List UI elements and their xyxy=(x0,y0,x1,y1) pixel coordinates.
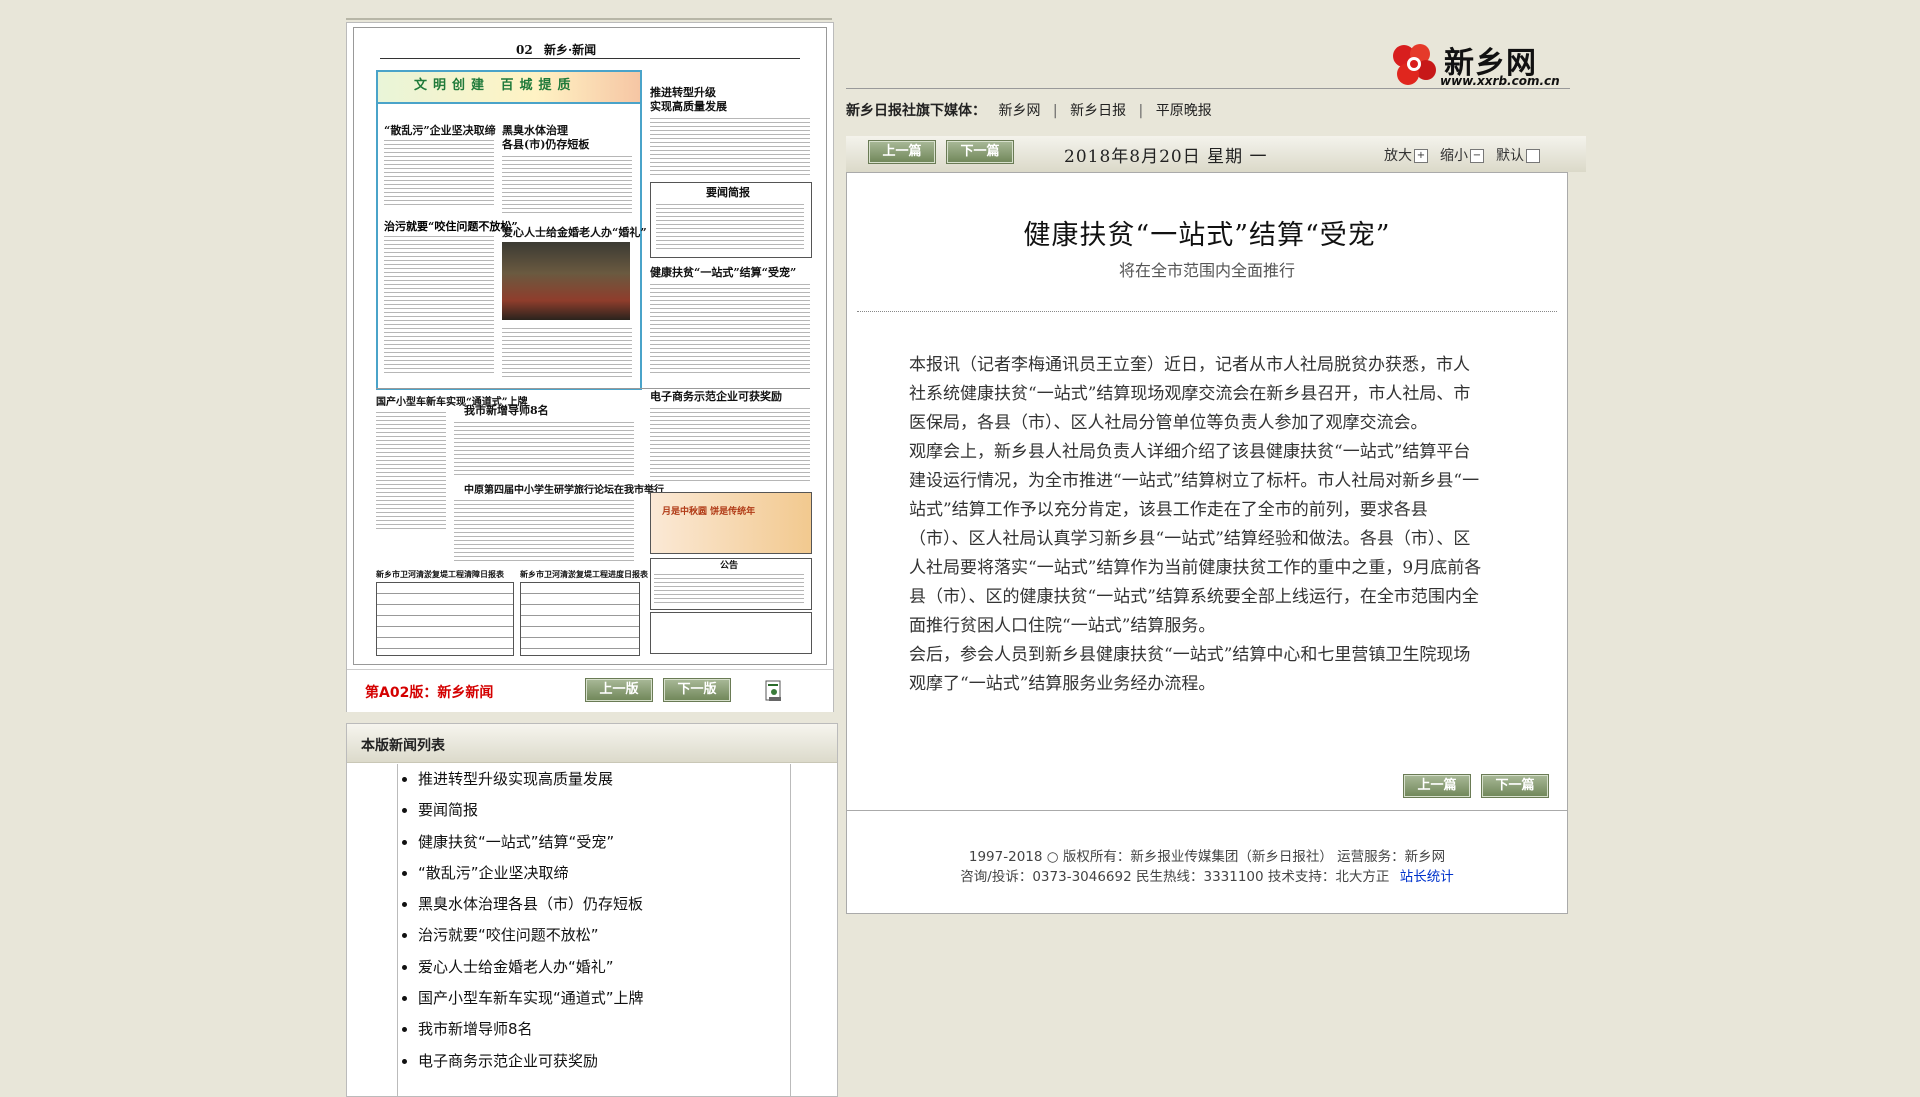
article-prev-button[interactable]: 上一篇 xyxy=(1403,774,1471,798)
pdf-download-icon[interactable] xyxy=(765,680,783,702)
logo-url: www.xxrb.com.cn xyxy=(1440,74,1560,88)
media-link-pywb[interactable]: 平原晚报 xyxy=(1156,103,1212,119)
np-headline: 实现高质量发展 xyxy=(650,100,727,113)
np-headline: 爱心人士给金婚老人办“婚礼” xyxy=(502,226,647,239)
np-page-no: 02 xyxy=(516,43,533,57)
np-headline: “散乱污”企业坚决取缔 xyxy=(384,124,496,137)
copyright-line: 1997-2018 ○ 版权所有：新乡报业传媒集团（新乡日报社） 运营服务：新乡… xyxy=(968,849,1446,865)
news-list-panel: 本版新闻列表 推进转型升级实现高质量发展 要闻简报 健康扶贫“一站式”结算“受宠… xyxy=(346,723,838,1097)
next-page-button[interactable]: 下一版 xyxy=(663,678,731,702)
news-list-item[interactable]: 治污就要“咬住问题不放松” xyxy=(418,920,790,951)
next-article-button[interactable]: 下一篇 xyxy=(946,140,1014,164)
np-headline: 公告 xyxy=(720,561,739,571)
np-headline: 电子商务示范企业可获奖励 xyxy=(650,390,782,403)
news-list-item[interactable]: 电子商务示范企业可获奖励 xyxy=(418,1046,790,1077)
zoom-out-label: 缩小 xyxy=(1440,148,1468,164)
zoom-default-control[interactable]: 默认 xyxy=(1496,145,1540,165)
prev-page-button[interactable]: 上一版 xyxy=(585,678,653,702)
article-body: 本报讯（记者李梅通讯员王立奎）近日，记者从市人社局脱贫办获悉，市人社系统健康扶贫… xyxy=(909,351,1483,699)
flower-logo-icon xyxy=(1393,44,1436,85)
article-title: 健康扶贫“一站式”结算“受宠” xyxy=(1023,220,1391,251)
news-list-item[interactable]: “散乱污”企业坚决取缔 xyxy=(418,858,790,889)
np-headline: 推进转型升级 xyxy=(650,86,716,99)
np-headline: 新乡市卫河清淤复堤工程进度日报表 xyxy=(520,569,648,579)
news-list-header: 本版新闻列表 xyxy=(347,724,837,763)
site-logo[interactable]: 新乡网 www.xxrb.com.cn xyxy=(1386,38,1566,92)
news-list-item[interactable]: 黑臭水体治理各县（市）仍存短板 xyxy=(418,889,790,920)
title-divider xyxy=(857,311,1557,312)
article-paragraph: 本报讯（记者李梅通讯员王立奎）近日，记者从市人社局脱贫办获悉，市人社系统健康扶贫… xyxy=(909,355,1471,433)
newspaper-thumbnail[interactable]: 02 新乡·新闻 文明创建 百城提质 “散乱污”企业坚决取缔 治污就要“咬住问题… xyxy=(353,27,827,665)
news-list-title: 本版新闻列表 xyxy=(361,738,445,754)
np-headline: 月是中秋圆 饼是传统年 xyxy=(662,507,756,517)
np-banner-text: 文明创建 百城提质 xyxy=(414,78,577,93)
np-headline: 各县(市)仍存短板 xyxy=(502,138,590,151)
np-photo xyxy=(502,242,630,320)
media-link-xxw[interactable]: 新乡网 xyxy=(998,103,1040,119)
article-panel: 健康扶贫“一站式”结算“受宠” 将在全市范围内全面推行 本报讯（记者李梅通讯员王… xyxy=(846,172,1568,812)
newspaper-page-preview: 02 新乡·新闻 文明创建 百城提质 “散乱污”企业坚决取缔 治污就要“咬住问题… xyxy=(346,22,834,712)
edition-label: 第A02版：新乡新闻 xyxy=(365,685,494,701)
contact-line: 咨询/投诉：0373-3046692 民生热线：3331100 技术支持：北大方… xyxy=(847,865,1567,885)
article-next-button[interactable]: 下一篇 xyxy=(1481,774,1549,798)
plus-icon[interactable]: + xyxy=(1414,149,1428,163)
media-link-xxrb[interactable]: 新乡日报 xyxy=(1070,103,1126,119)
np-headline: 治污就要“咬住问题不放松” xyxy=(384,220,518,233)
np-headline: 黑臭水体治理 xyxy=(502,124,568,137)
np-headline: 新乡市卫河清淤复堤工程清障日报表 xyxy=(376,569,504,579)
page-nav-bar: 第A02版：新乡新闻 上一版 下一版 xyxy=(347,669,833,712)
news-list-item[interactable]: 推进转型升级实现高质量发展 xyxy=(418,764,790,795)
np-section: 新乡·新闻 xyxy=(544,43,597,57)
header-rule xyxy=(846,88,1570,89)
news-list-item[interactable]: 爱心人士给金婚老人办“婚礼” xyxy=(418,952,790,983)
left-top-rule xyxy=(346,18,832,20)
zoom-default-label: 默认 xyxy=(1496,148,1524,164)
issue-date: 2018年8月20日 星期 一 xyxy=(1064,147,1268,167)
news-list-item[interactable]: 要闻简报 xyxy=(418,795,790,826)
page-footer: 1997-2018 ○ 版权所有：新乡报业传媒集团（新乡日报社） 运营服务：新乡… xyxy=(846,810,1568,914)
np-headline: 要闻简报 xyxy=(706,186,750,199)
article-subtitle: 将在全市范围内全面推行 xyxy=(1118,261,1295,280)
contact-text: 咨询/投诉：0373-3046692 民生热线：3331100 技术支持：北大方… xyxy=(960,869,1390,885)
np-headline: 我市新增导师8名 xyxy=(464,404,549,417)
article-paragraph: 观摩会上，新乡县人社局负责人详细介绍了该县健康扶贫“一站式”结算平台建设运行情况… xyxy=(909,442,1482,636)
stats-link[interactable]: 站长统计 xyxy=(1400,869,1454,885)
article-toolbar: 上一篇 下一篇 2018年8月20日 星期 一 放大 + 缩小 − 默认 xyxy=(846,136,1586,172)
news-list: 推进转型升级实现高质量发展 要闻简报 健康扶贫“一站式”结算“受宠” “散乱污”… xyxy=(397,764,791,1096)
np-headline: 健康扶贫“一站式”结算“受宠” xyxy=(650,266,797,279)
zoom-out-control[interactable]: 缩小 − xyxy=(1440,145,1484,165)
prev-article-button[interactable]: 上一篇 xyxy=(868,140,936,164)
article-paragraph: 会后，参会人员到新乡县健康扶贫“一站式”结算中心和七里营镇卫生院现场观摩了“一站… xyxy=(909,645,1471,694)
np-headline: 中原第四届中小学生研学旅行论坛在我市举行 xyxy=(464,485,664,496)
news-list-item[interactable]: 国产小型车新车实现“通道式”上牌 xyxy=(418,983,790,1014)
news-list-item[interactable]: 我市新增导师8名 xyxy=(418,1014,790,1045)
news-list-item[interactable]: 健康扶贫“一站式”结算“受宠” xyxy=(418,827,790,858)
media-label: 新乡日报社旗下媒体： xyxy=(846,103,986,119)
media-links-bar: 新乡日报社旗下媒体： 新乡网 | 新乡日报 | 平原晚报 xyxy=(846,103,1212,119)
reset-icon[interactable] xyxy=(1526,149,1540,163)
zoom-in-control[interactable]: 放大 + xyxy=(1384,145,1428,165)
minus-icon[interactable]: − xyxy=(1470,149,1484,163)
zoom-in-label: 放大 xyxy=(1384,148,1412,164)
